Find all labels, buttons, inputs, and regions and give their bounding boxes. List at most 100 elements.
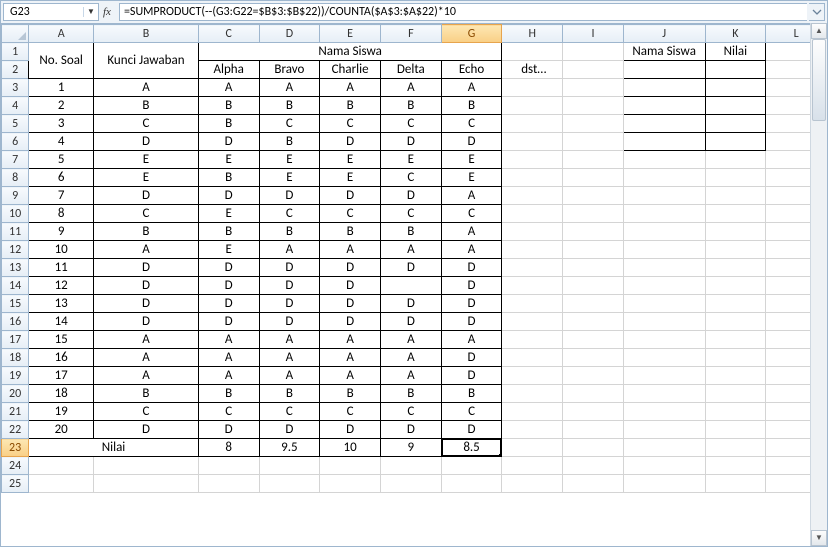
cell-ans-Delta-1[interactable]: A xyxy=(380,79,441,97)
cell-key-12[interactable]: D xyxy=(94,277,199,295)
vertical-scrollbar[interactable]: ▲ ▼ xyxy=(810,23,827,546)
cell-ans-Delta-3[interactable]: C xyxy=(380,115,441,133)
row-header-18[interactable]: 18 xyxy=(2,349,29,367)
cell-H18[interactable] xyxy=(502,349,563,367)
cell-ans-Echo-2[interactable]: B xyxy=(441,97,502,115)
formula-input[interactable]: =SUMPRODUCT(--(G3:G22=$B$3:$B$22))/COUNT… xyxy=(119,3,807,21)
row-header-13[interactable]: 13 xyxy=(2,259,29,277)
cell-J17[interactable] xyxy=(623,331,705,349)
cell-I4[interactable] xyxy=(563,97,624,115)
row-header-21[interactable]: 21 xyxy=(2,403,29,421)
cell-ans-Bravo-3[interactable]: C xyxy=(259,115,320,133)
side-cell-K5[interactable] xyxy=(705,115,766,133)
cell-I20[interactable] xyxy=(563,385,624,403)
cell-B25[interactable] xyxy=(94,475,199,493)
row-header-7[interactable]: 7 xyxy=(2,151,29,169)
cell-I16[interactable] xyxy=(563,313,624,331)
col-header-C[interactable]: C xyxy=(198,25,259,43)
cell-key-8[interactable]: C xyxy=(94,205,199,223)
cell-H8[interactable] xyxy=(502,169,563,187)
cell-J13[interactable] xyxy=(623,259,705,277)
cell-J8[interactable] xyxy=(623,169,705,187)
cell-H13[interactable] xyxy=(502,259,563,277)
row-header-1[interactable]: 1 xyxy=(2,43,29,61)
cell-I3[interactable] xyxy=(563,79,624,97)
cell-B24[interactable] xyxy=(94,457,199,475)
cell-key-18[interactable]: B xyxy=(94,385,199,403)
cell-ans-Delta-20[interactable]: D xyxy=(380,421,441,439)
spreadsheet-grid[interactable]: A B C D E F G H I J K L 1No. SoalKunci J… xyxy=(1,24,827,493)
cell-K19[interactable] xyxy=(705,367,766,385)
cell-ans-Charlie-20[interactable]: D xyxy=(320,421,381,439)
cell-ans-Delta-13[interactable]: D xyxy=(380,295,441,313)
cell-score-Bravo[interactable]: 9.5 xyxy=(259,439,320,457)
cell-no-10[interactable]: 10 xyxy=(29,241,94,259)
col-header-F[interactable]: F xyxy=(380,25,441,43)
cell-no-7[interactable]: 7 xyxy=(29,187,94,205)
cell-K15[interactable] xyxy=(705,295,766,313)
cell-I15[interactable] xyxy=(563,295,624,313)
cell-ans-Echo-20[interactable]: D xyxy=(441,421,502,439)
cell-H23[interactable] xyxy=(502,439,563,457)
cell-ans-Delta-2[interactable]: B xyxy=(380,97,441,115)
cell-ans-Delta-11[interactable]: D xyxy=(380,259,441,277)
cell-ans-Echo-1[interactable]: A xyxy=(441,79,502,97)
side-cell-J4[interactable] xyxy=(623,97,705,115)
cell-key-2[interactable]: B xyxy=(94,97,199,115)
cell-score-Alpha[interactable]: 8 xyxy=(198,439,259,457)
col-header-G[interactable]: G xyxy=(441,25,502,43)
cell-nilai-label[interactable]: Nilai xyxy=(29,439,199,457)
cell-I7[interactable] xyxy=(563,151,624,169)
cell-no-2[interactable]: 2 xyxy=(29,97,94,115)
cell-no-8[interactable]: 8 xyxy=(29,205,94,223)
cell-ans-Bravo-11[interactable]: D xyxy=(259,259,320,277)
col-header-E[interactable]: E xyxy=(320,25,381,43)
cell-E24[interactable] xyxy=(320,457,381,475)
cell-no-18[interactable]: 18 xyxy=(29,385,94,403)
cell-key-14[interactable]: D xyxy=(94,313,199,331)
cell-no-6[interactable]: 6 xyxy=(29,169,94,187)
row-header-14[interactable]: 14 xyxy=(2,277,29,295)
cell-ans-Delta-15[interactable]: A xyxy=(380,331,441,349)
cell-key-5[interactable]: E xyxy=(94,151,199,169)
cell-score-Echo[interactable]: 8.5 xyxy=(441,439,502,457)
cell-H11[interactable] xyxy=(502,223,563,241)
cell-ans-Echo-6[interactable]: E xyxy=(441,169,502,187)
cell-ans-Delta-8[interactable]: C xyxy=(380,205,441,223)
cell-J20[interactable] xyxy=(623,385,705,403)
cell-ans-Alpha-3[interactable]: B xyxy=(198,115,259,133)
header-no-soal[interactable]: No. Soal xyxy=(29,43,94,79)
cell-ans-Delta-7[interactable]: D xyxy=(380,187,441,205)
col-header-B[interactable]: B xyxy=(94,25,199,43)
cell-C25[interactable] xyxy=(198,475,259,493)
cell-I10[interactable] xyxy=(563,205,624,223)
cell-K16[interactable] xyxy=(705,313,766,331)
select-all-corner[interactable] xyxy=(2,25,29,43)
cell-key-19[interactable]: C xyxy=(94,403,199,421)
cell-no-12[interactable]: 12 xyxy=(29,277,94,295)
cell-I22[interactable] xyxy=(563,421,624,439)
row-header-3[interactable]: 3 xyxy=(2,79,29,97)
cell-ans-Alpha-6[interactable]: B xyxy=(198,169,259,187)
cell-ans-Echo-11[interactable]: D xyxy=(441,259,502,277)
cell-J11[interactable] xyxy=(623,223,705,241)
cell-K24[interactable] xyxy=(705,457,766,475)
header-student-Charlie[interactable]: Charlie xyxy=(320,61,381,79)
cell-H9[interactable] xyxy=(502,187,563,205)
cell-no-3[interactable]: 3 xyxy=(29,115,94,133)
cell-ans-Echo-18[interactable]: B xyxy=(441,385,502,403)
cell-key-7[interactable]: D xyxy=(94,187,199,205)
cell-ans-Alpha-17[interactable]: A xyxy=(198,367,259,385)
row-header-15[interactable]: 15 xyxy=(2,295,29,313)
cell-no-15[interactable]: 15 xyxy=(29,331,94,349)
cell-no-14[interactable]: 14 xyxy=(29,313,94,331)
cell-no-11[interactable]: 11 xyxy=(29,259,94,277)
cell-H17[interactable] xyxy=(502,331,563,349)
cell-ans-Echo-19[interactable]: C xyxy=(441,403,502,421)
row-header-12[interactable]: 12 xyxy=(2,241,29,259)
cell-ans-Charlie-7[interactable]: D xyxy=(320,187,381,205)
cell-dst[interactable]: dst… xyxy=(502,61,563,79)
col-header-A[interactable]: A xyxy=(29,25,94,43)
col-header-I[interactable]: I xyxy=(563,25,624,43)
cell-I19[interactable] xyxy=(563,367,624,385)
